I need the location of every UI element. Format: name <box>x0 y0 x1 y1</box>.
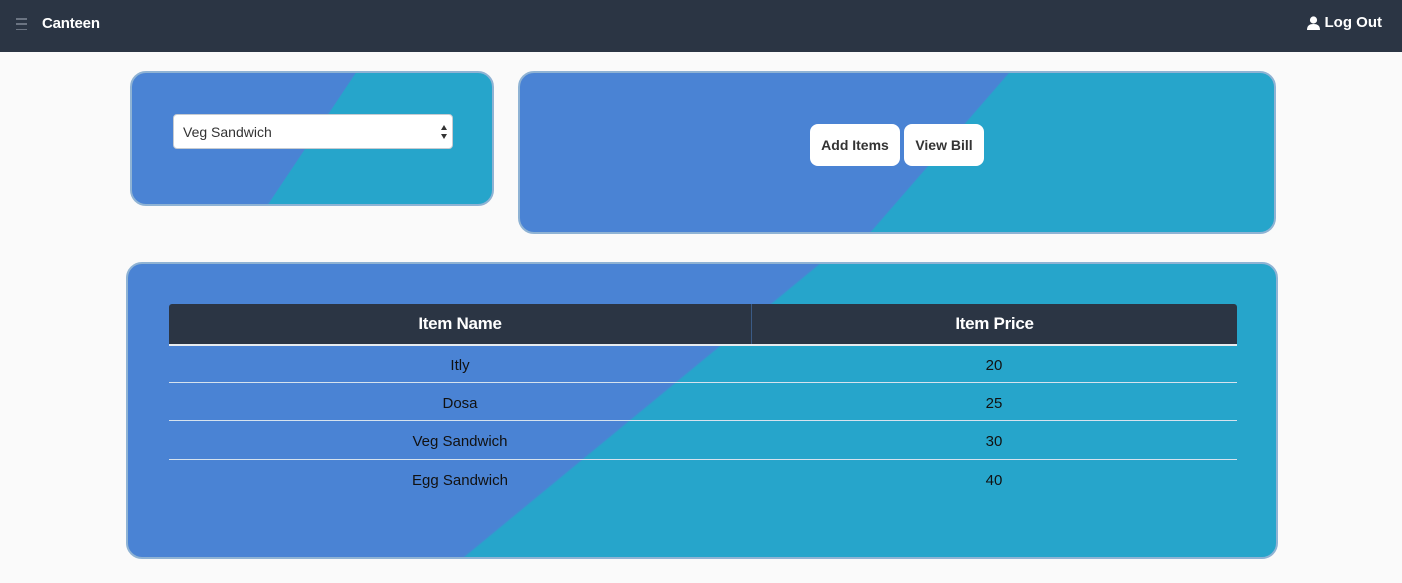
view-bill-button[interactable]: View Bill <box>904 124 984 166</box>
logout-label: Log Out <box>1324 14 1382 31</box>
item-select-panel: Veg Sandwich <box>130 71 494 206</box>
table-row: Dosa 25 <box>169 384 1237 422</box>
item-select[interactable]: Veg Sandwich <box>173 114 453 149</box>
row-divider <box>169 382 1237 383</box>
table-row: Veg Sandwich 30 <box>169 422 1237 460</box>
menu-icon[interactable] <box>16 18 27 30</box>
brand-title[interactable]: Canteen <box>42 15 100 32</box>
column-header-item-price: Item Price <box>751 304 1237 344</box>
item-price-cell: 30 <box>985 432 1003 450</box>
add-items-button[interactable]: Add Items <box>810 124 900 166</box>
select-arrows-icon <box>441 125 447 139</box>
item-price-cell: 40 <box>985 471 1003 489</box>
table-header: Item Name Item Price <box>169 304 1237 344</box>
table-row: Itly 20 <box>169 346 1237 384</box>
logout-button[interactable]: Log Out <box>1306 14 1382 31</box>
table-row: Egg Sandwich 40 <box>169 461 1237 499</box>
item-name-cell: Itly <box>450 356 470 374</box>
item-select-value: Veg Sandwich <box>183 123 272 140</box>
item-name-cell: Veg Sandwich <box>412 432 508 450</box>
item-name-cell: Egg Sandwich <box>412 471 508 489</box>
actions-panel: Add Items View Bill <box>518 71 1276 234</box>
item-price-cell: 25 <box>985 394 1003 412</box>
top-navbar: Canteen Log Out <box>0 0 1402 52</box>
items-table-panel: Item Name Item Price Itly 20 Dosa 25 Veg… <box>126 262 1278 559</box>
item-name-cell: Dosa <box>442 394 478 412</box>
row-divider <box>169 420 1237 421</box>
item-price-cell: 20 <box>985 356 1003 374</box>
column-header-item-name: Item Name <box>169 304 751 344</box>
row-divider <box>169 459 1237 460</box>
user-icon <box>1306 15 1320 30</box>
